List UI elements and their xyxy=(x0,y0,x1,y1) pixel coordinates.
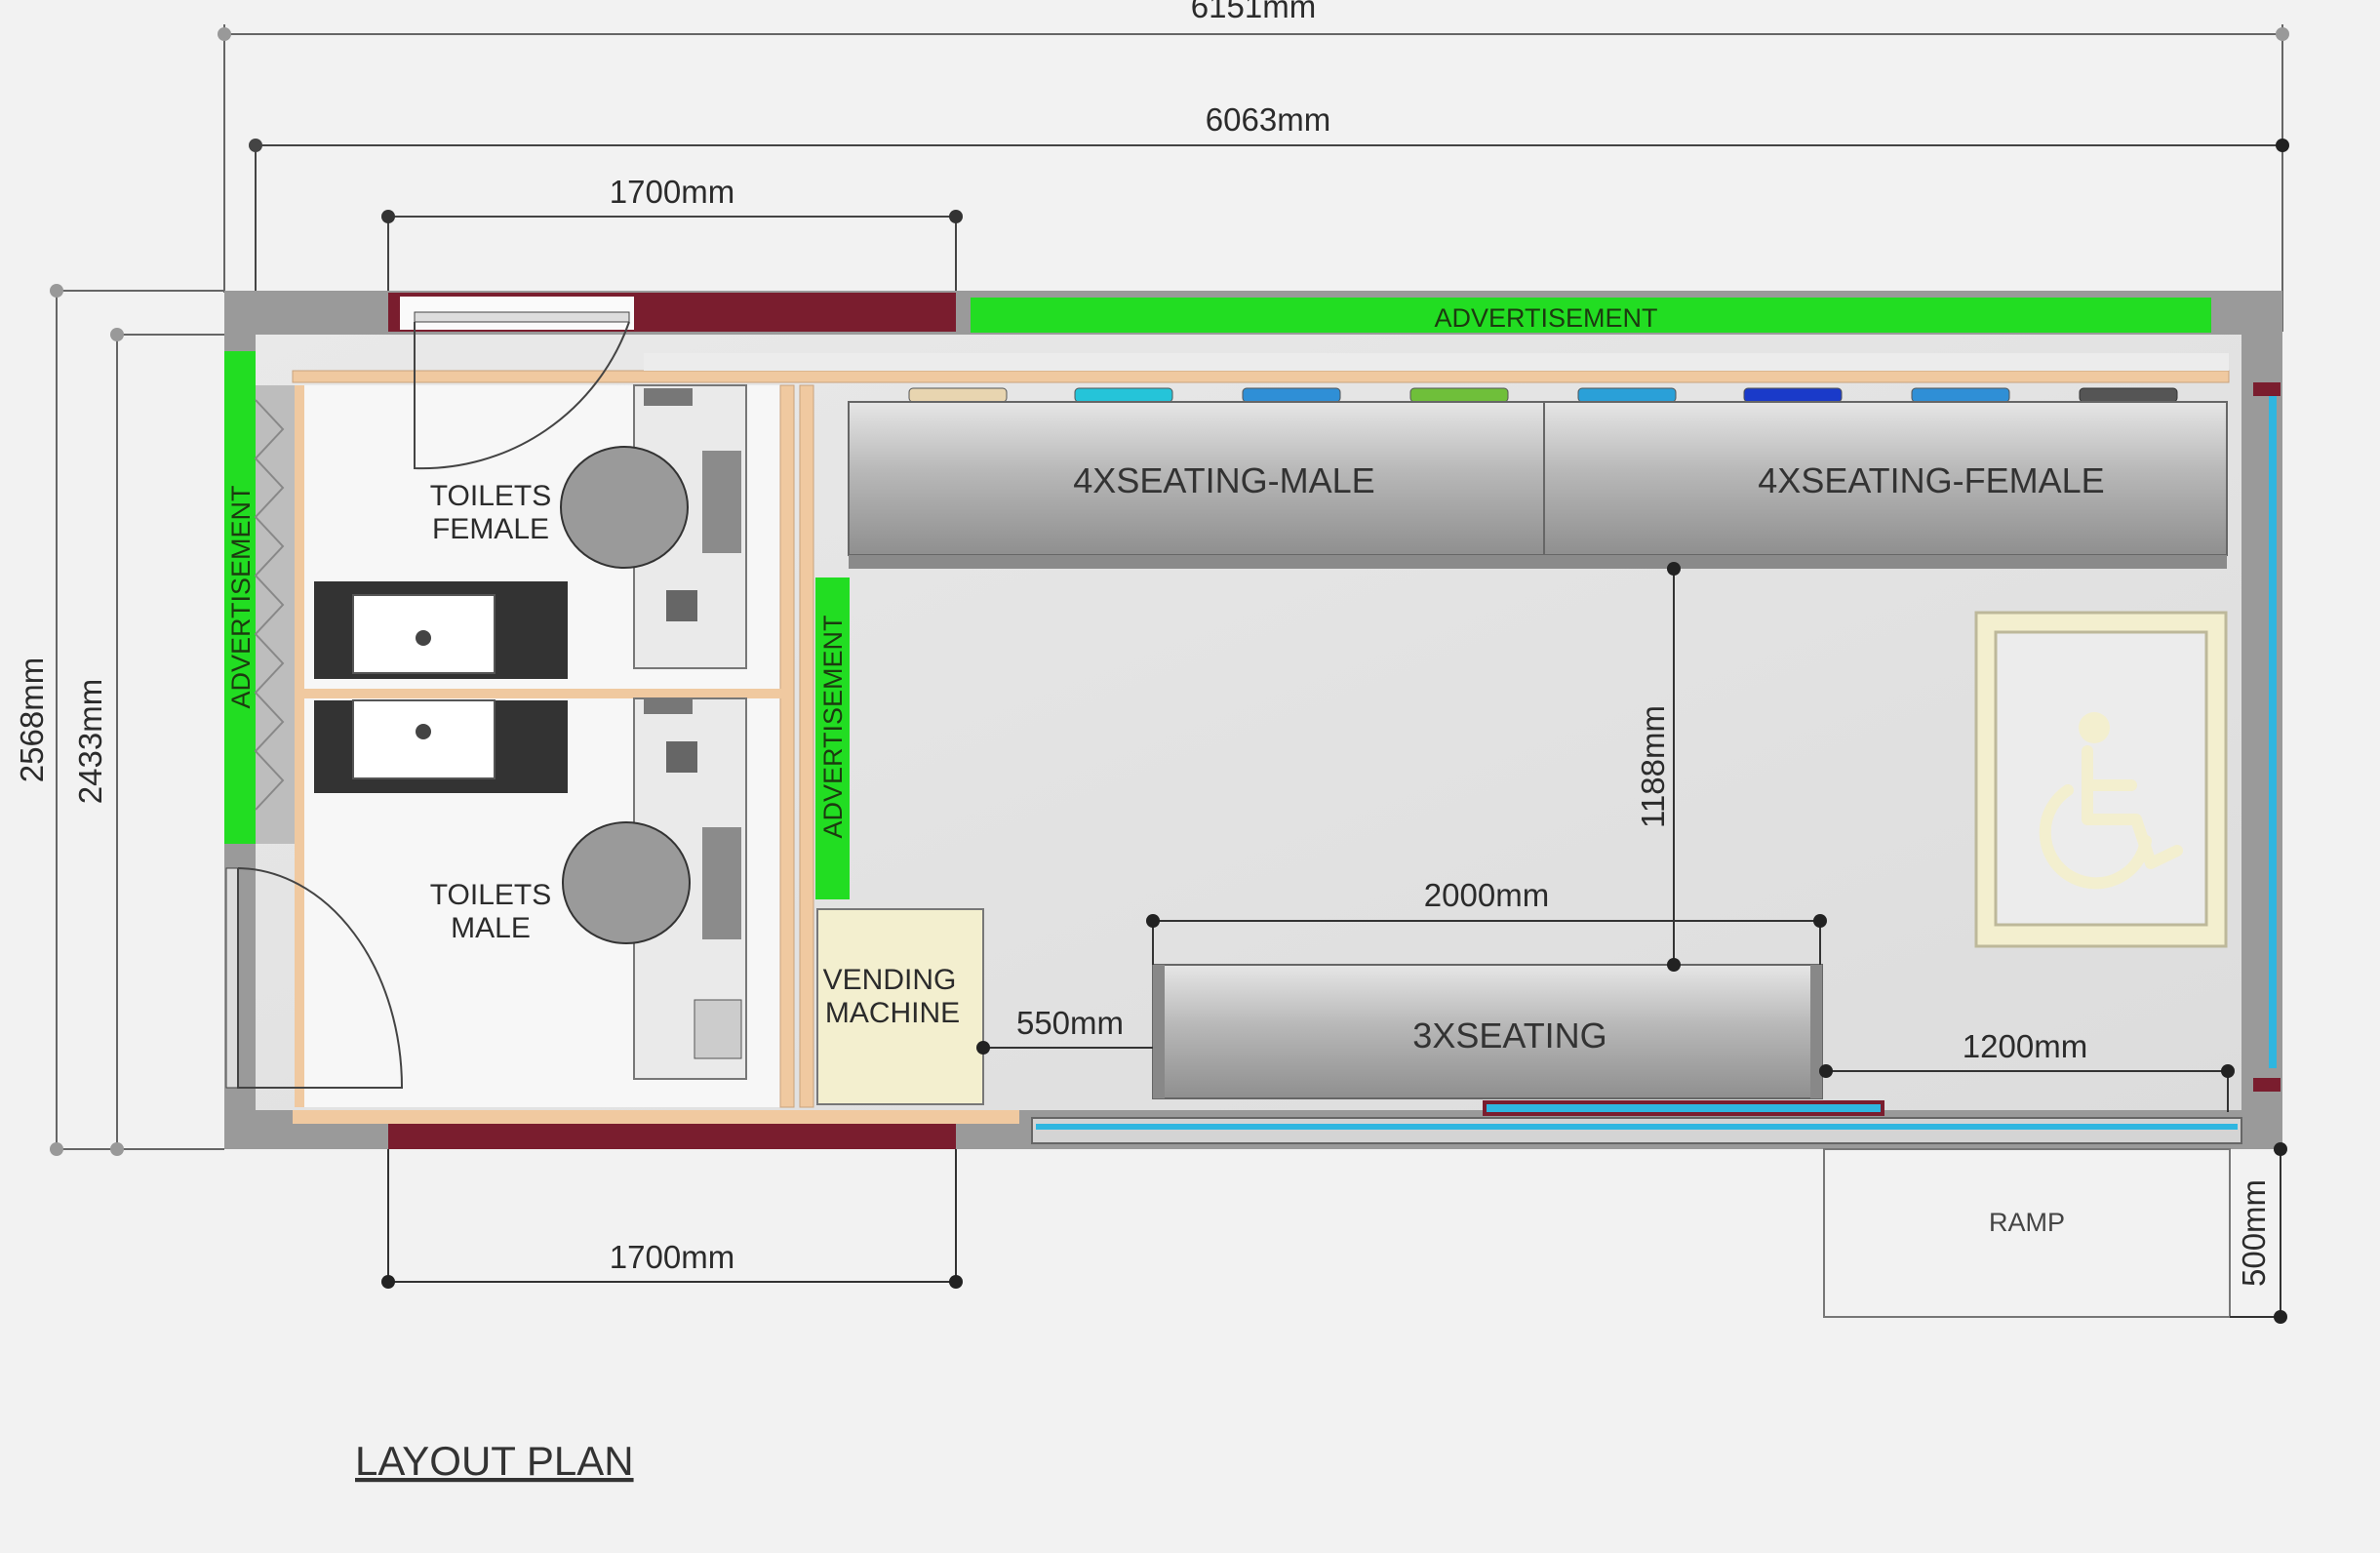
advertisement-label-mid: ADVERTISEMENT xyxy=(818,615,848,838)
advertisement-label-top: ADVERTISEMENT xyxy=(1434,303,1657,333)
toilet-tank xyxy=(702,827,741,939)
glass-panel-right xyxy=(2269,395,2277,1068)
dim-dot xyxy=(218,27,231,41)
dim-label-inner-width: 2433mm xyxy=(72,679,108,804)
label-seating-three: 3XSEATING xyxy=(1412,1015,1606,1055)
door-leaf xyxy=(414,311,630,323)
bench-base xyxy=(849,555,2227,569)
dim-label-entry-width: 1200mm xyxy=(1963,1028,2087,1064)
dim-dot xyxy=(50,284,63,298)
label-seating-female: 4XSEATING-FEMALE xyxy=(1758,460,2104,500)
bench-end xyxy=(1810,965,1822,1098)
dim-dot xyxy=(2276,27,2289,41)
toilet-tank xyxy=(702,451,741,553)
dim-dot xyxy=(2276,139,2289,152)
maroon-post xyxy=(2253,382,2281,396)
timber-partition xyxy=(295,385,304,1107)
dim-dot xyxy=(2221,1064,2235,1078)
dim-label-seating-length: 2000mm xyxy=(1424,877,1549,913)
dim-dot xyxy=(976,1041,990,1055)
flush-button xyxy=(644,698,693,714)
maroon-post xyxy=(2253,1078,2281,1092)
sliding-door xyxy=(1483,1100,1884,1116)
dim-dot xyxy=(381,210,395,223)
dim-dot xyxy=(2274,1142,2287,1156)
dim-label-overall-width: 2568mm xyxy=(14,657,50,782)
dim-dot xyxy=(50,1142,63,1156)
glass-panel-front xyxy=(1036,1124,2238,1130)
dim-label-ramp-depth: 500mm xyxy=(2236,1179,2272,1287)
dim-dot xyxy=(1667,562,1681,576)
front-glass-frame xyxy=(1031,1117,2242,1144)
dim-label-aisle: 1188mm xyxy=(1635,705,1671,828)
drain-grate xyxy=(666,741,697,773)
door-leaf xyxy=(225,867,239,1089)
dim-dot xyxy=(2274,1310,2287,1324)
dim-label-door-bottom: 1700mm xyxy=(610,1239,734,1275)
plan-title: LAYOUT PLAN xyxy=(355,1438,634,1484)
urinal xyxy=(694,999,742,1059)
tap xyxy=(416,724,431,739)
toilet-bowl-male xyxy=(562,821,691,944)
dim-dot xyxy=(1146,914,1160,928)
dim-dot xyxy=(249,139,262,152)
dim-dot xyxy=(949,210,963,223)
dim-label-overall-length: 6151mm xyxy=(1191,0,1316,24)
sink-basin xyxy=(352,699,496,779)
label-ramp: RAMP xyxy=(1989,1208,2065,1237)
dim-label-vending-gap: 550mm xyxy=(1016,1005,1124,1041)
label-toilets-female-1: TOILETS xyxy=(430,480,551,512)
dim-dot xyxy=(1819,1064,1833,1078)
dim-dot xyxy=(949,1275,963,1289)
tap xyxy=(416,630,431,646)
timber-rail-bottom xyxy=(293,1110,1019,1124)
flush-button xyxy=(644,388,693,406)
dim-dot xyxy=(110,328,124,341)
dim-label-door-top: 1700mm xyxy=(610,174,734,210)
dim-dot xyxy=(1813,914,1827,928)
dim-dot xyxy=(1667,958,1681,972)
toilet-bowl-female xyxy=(560,446,689,569)
label-vending-1: VENDING xyxy=(823,964,957,996)
label-toilets-female-2: FEMALE xyxy=(432,513,549,545)
timber-partition xyxy=(799,384,814,1108)
label-vending-2: MACHINE xyxy=(825,997,960,1029)
maroon-wall-segment-bottom xyxy=(388,1124,956,1149)
layout-plan-drawing: 6151mm 6063mm 1700mm 2568mm 2433mm ADVER… xyxy=(0,0,2380,1553)
label-seating-male: 4XSEATING-MALE xyxy=(1073,460,1374,500)
timber-partition-mid xyxy=(295,689,787,698)
label-toilets-male-2: MALE xyxy=(451,912,531,944)
bench-end xyxy=(1153,965,1165,1098)
dim-dot xyxy=(381,1275,395,1289)
top-ledge xyxy=(644,353,2229,371)
timber-rail xyxy=(292,370,2230,383)
dim-dot xyxy=(110,1142,124,1156)
dim-label-inner-length: 6063mm xyxy=(1206,101,1330,138)
timber-partition xyxy=(779,384,795,1108)
label-toilets-male-1: TOILETS xyxy=(430,879,551,911)
advertisement-label-left: ADVERTISEMENT xyxy=(226,485,256,708)
drain-grate xyxy=(666,590,697,621)
